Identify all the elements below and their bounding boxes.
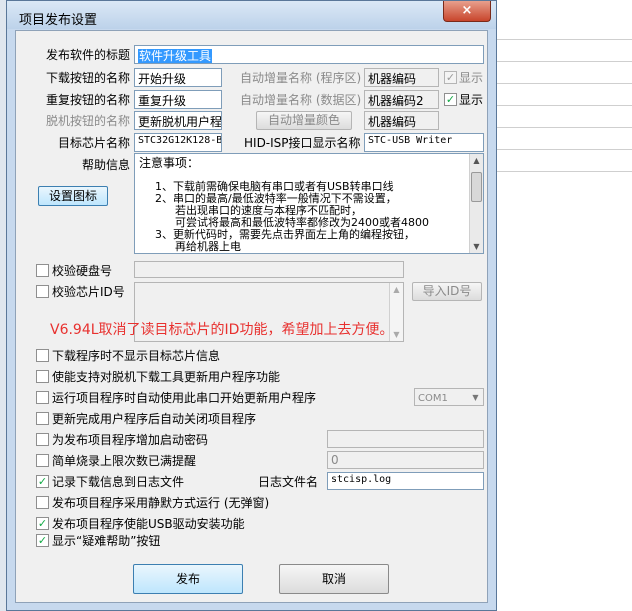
repeat-btn-name-input[interactable]: 重复升级 (134, 90, 222, 109)
chip-name-input[interactable]: STC32G12K128-B (134, 133, 222, 152)
close-button[interactable]: × (443, 1, 491, 22)
limit-count-value: 0 (331, 453, 339, 467)
opt-password-checkbox[interactable] (36, 433, 49, 446)
offline-btn-name-label: 脱机按钮的名称 (46, 114, 131, 128)
opt-offline-tool-label: 使能支持对脱机下载工具更新用户程序功能 (52, 370, 281, 384)
show-data-label: 显示 (459, 93, 484, 107)
opt-silent-checkbox[interactable] (36, 496, 49, 509)
opt-usb-label: 发布项目程序使能USB驱动安装功能 (52, 517, 245, 531)
help-scrollbar[interactable]: ▲ ▼ (469, 154, 483, 253)
opt-password-label: 为发布项目程序增加启动密码 (52, 433, 209, 447)
auto-inc-prog-input[interactable]: 机器编码 (364, 68, 439, 87)
download-btn-name-input[interactable]: 开始升级 (134, 68, 222, 87)
title-input-value: 软件升级工具 (138, 49, 213, 63)
opt-auto-serial-checkbox[interactable] (36, 391, 49, 404)
verify-disk-checkbox[interactable] (36, 264, 49, 277)
publish-settings-dialog: 项目发布设置 × 发布软件的标题 软件升级工具 下载按钮的名称 开始升级 自动增… (6, 0, 497, 611)
verify-chip-label: 校验芯片ID号 (52, 285, 125, 299)
opt-no-chip-info-label: 下载程序时不显示目标芯片信息 (52, 349, 221, 363)
chip-name-label: 目标芯片名称 (58, 136, 131, 150)
opt-offline-tool-checkbox[interactable] (36, 370, 49, 383)
opt-log-label: 记录下载信息到日志文件 (52, 475, 185, 489)
verify-chip-checkbox[interactable] (36, 285, 49, 298)
opt-limit-label: 简单烧录上限次数已满提醒 (52, 454, 197, 468)
opt-auto-serial-label: 运行项目程序时自动使用此串口开始更新用户程序 (52, 391, 317, 405)
title-bar: 项目发布设置 × (7, 1, 496, 29)
show-prog-checkbox[interactable]: ✓ (444, 71, 457, 84)
auto-inc-data-input[interactable]: 机器编码2 (364, 90, 439, 109)
show-data-checkbox[interactable]: ✓ (444, 93, 457, 106)
set-icon-button[interactable]: 设置图标 (38, 186, 108, 206)
window-title: 项目发布设置 (19, 13, 98, 28)
background-app-area (497, 0, 632, 611)
limit-count-input[interactable]: 0 (327, 451, 484, 469)
password-input[interactable] (327, 430, 484, 448)
opt-auto-close-label: 更新完成用户程序后自动关闭项目程序 (52, 412, 257, 426)
help-line: 再给机器上电 (175, 240, 241, 253)
scroll-up-icon[interactable]: ▲ (390, 283, 403, 296)
cancel-button[interactable]: 取消 (279, 564, 389, 594)
import-id-button[interactable]: 导入ID号 (412, 282, 482, 301)
auto-inc-color-input[interactable]: 机器编码 (364, 111, 439, 130)
verify-disk-label: 校验硬盘号 (52, 264, 113, 278)
auto-inc-color-button[interactable]: 自动增量颜色 (256, 111, 352, 130)
opt-help-label: 显示“疑难帮助”按钮 (52, 534, 161, 548)
log-file-input[interactable]: stcisp.log (327, 472, 484, 490)
help-label: 帮助信息 (82, 158, 131, 172)
auto-inc-prog-label: 自动增量名称 (程序区) (240, 71, 362, 85)
opt-no-chip-info-checkbox[interactable] (36, 349, 49, 362)
download-btn-name-label: 下载按钮的名称 (46, 71, 131, 85)
scroll-thumb[interactable] (471, 172, 482, 202)
scroll-down-icon[interactable]: ▼ (470, 240, 483, 253)
title-input[interactable]: 软件升级工具 (134, 45, 484, 64)
opt-auto-close-checkbox[interactable] (36, 412, 49, 425)
opt-usb-checkbox[interactable]: ✓ (36, 517, 49, 530)
opt-log-checkbox[interactable]: ✓ (36, 475, 49, 488)
help-line: 注意事项： (139, 156, 200, 170)
isp-name-label: HID-ISP接口显示名称 (244, 136, 361, 150)
help-text-area[interactable]: 注意事项： 1、下载前需确保电脑有串口或者有USB转串口线 2、串口的最高/最低… (134, 153, 484, 254)
version-note: V6.94L取消了读目标芯片的ID功能，希望加上去方便。 (50, 322, 394, 338)
chevron-down-icon: ▼ (472, 393, 479, 402)
com-port-value: COM1 (418, 393, 448, 404)
com-port-select[interactable]: COM1 ▼ (414, 388, 484, 406)
offline-btn-name-input[interactable]: 更新脱机用户程 (134, 111, 222, 130)
opt-silent-label: 发布项目程序采用静默方式运行 (无弹窗) (52, 496, 270, 510)
log-file-label: 日志文件名 (258, 475, 319, 489)
title-label: 发布软件的标题 (46, 48, 131, 62)
auto-inc-data-label: 自动增量名称 (数据区) (240, 93, 362, 107)
isp-name-input[interactable]: STC-USB Writer (364, 133, 484, 152)
opt-limit-checkbox[interactable] (36, 454, 49, 467)
scroll-up-icon[interactable]: ▲ (470, 154, 483, 167)
opt-help-checkbox[interactable]: ✓ (36, 534, 49, 547)
show-prog-label: 显示 (459, 71, 484, 85)
disk-id-input[interactable] (134, 261, 404, 278)
repeat-btn-name-label: 重复按钮的名称 (46, 93, 131, 107)
dialog-client: 发布软件的标题 软件升级工具 下载按钮的名称 开始升级 自动增量名称 (程序区)… (15, 30, 488, 603)
publish-button[interactable]: 发布 (133, 564, 243, 594)
